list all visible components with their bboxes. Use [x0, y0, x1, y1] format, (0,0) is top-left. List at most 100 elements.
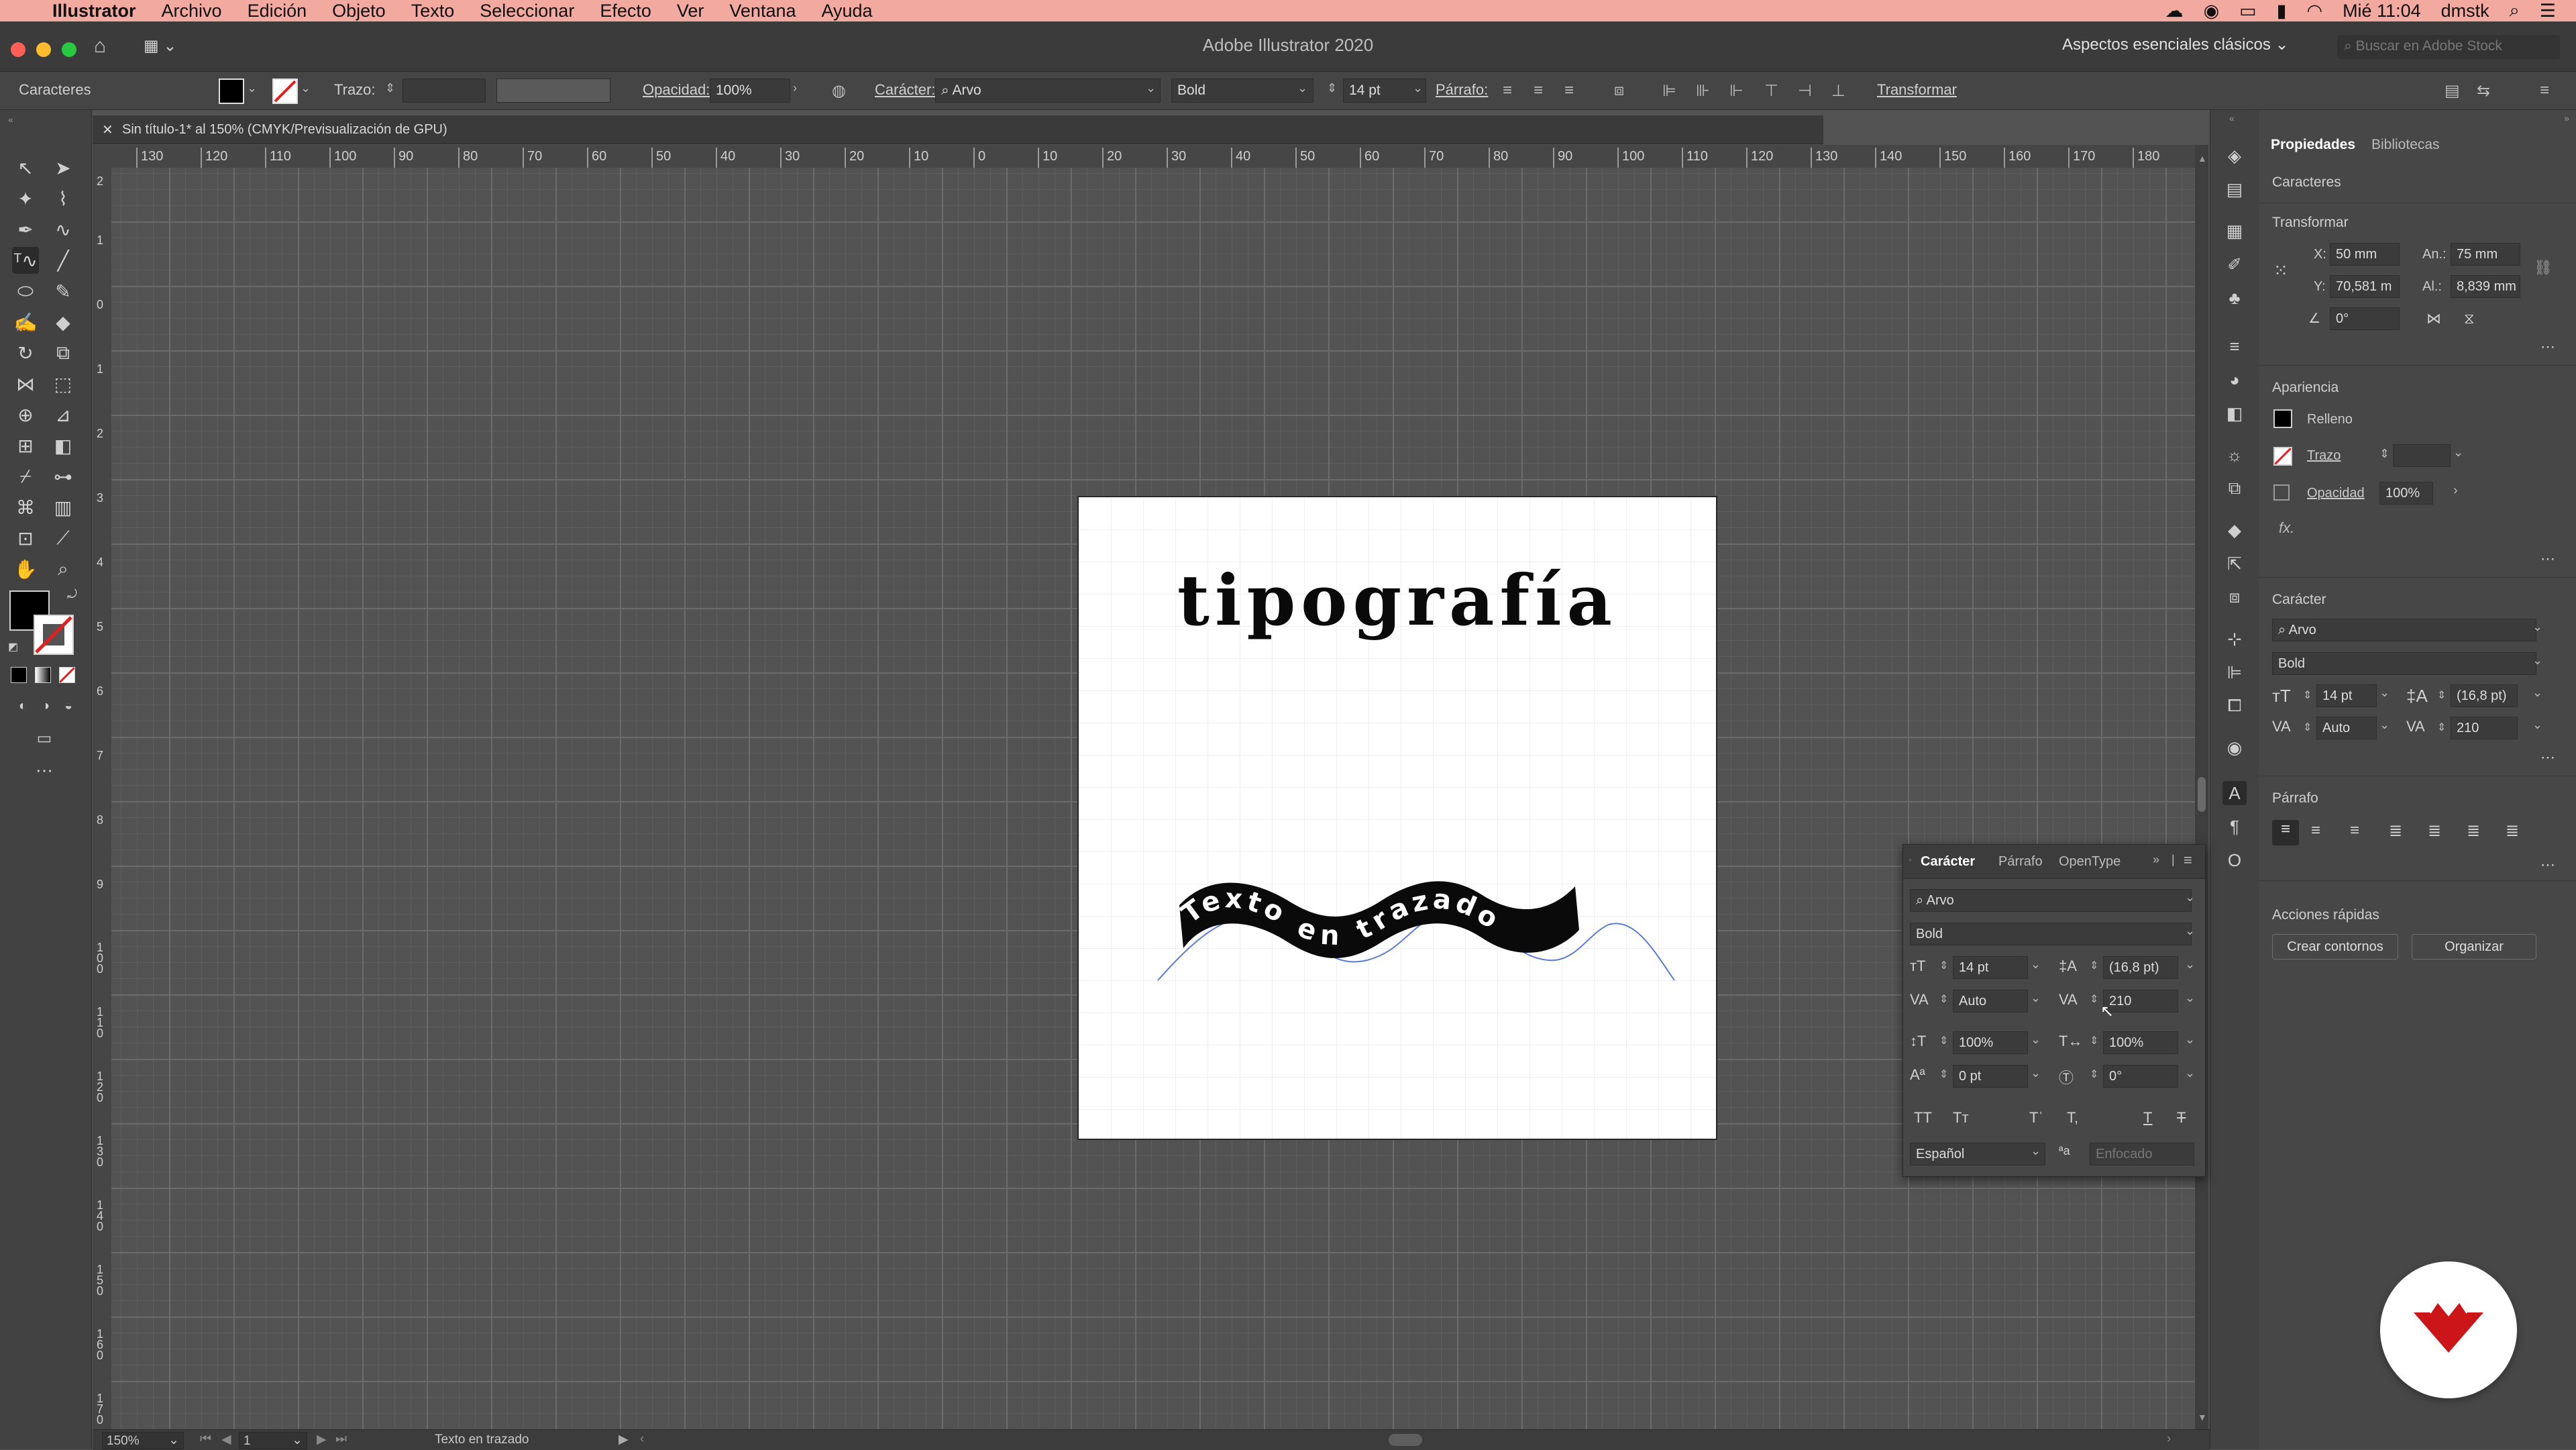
tracking-dropdown-prop-icon[interactable]: ⌄ — [2532, 718, 2542, 732]
align-objects-top-icon[interactable]: ⊤ — [1764, 81, 1778, 101]
menu-user[interactable]: dmstk — [2441, 1, 2489, 21]
perspective-grid-tool-icon[interactable]: ⊿ — [50, 401, 76, 428]
leading-dropdown-panel-icon[interactable]: ⌄ — [2185, 957, 2195, 972]
transform-more-options-icon[interactable]: ⋯ — [2540, 338, 2557, 356]
notification-icon[interactable]: ☰ — [2540, 1, 2556, 21]
ellipse-tool-icon[interactable]: ⬭ — [12, 278, 39, 305]
subscript-icon[interactable]: T, — [2067, 1109, 2078, 1127]
font-family-field-panel[interactable]: ⌕ Arvo — [1910, 889, 2192, 912]
column-graph-tool-icon[interactable]: ▥ — [50, 494, 76, 521]
fill-swatch[interactable] — [219, 79, 244, 104]
font-style-field-panel[interactable]: Bold — [1910, 923, 2192, 945]
horizontal-scroll-thumb[interactable] — [1389, 1434, 1422, 1446]
y-field[interactable]: 70,581 m — [2330, 275, 2400, 298]
small-caps-icon[interactable]: Tᴛ — [1953, 1109, 1969, 1127]
character-rotation-dropdown-panel-icon[interactable]: ⌄ — [2185, 1066, 2195, 1080]
panel-grip-icon[interactable]: ◦ — [1909, 854, 1912, 865]
font-size-stepper-panel[interactable]: ⇕ — [1939, 959, 1948, 972]
font-size-dropdown-icon[interactable]: ⌄ — [1413, 81, 1423, 95]
asset-export-icon[interactable]: ▦ — [2222, 219, 2247, 243]
align-right-icon[interactable]: ≡ — [1564, 81, 1574, 100]
gradient-mode-icon[interactable] — [35, 667, 51, 683]
character-rotation-stepper-panel[interactable]: ⇕ — [2090, 1068, 2098, 1081]
align-center-icon[interactable]: ≡ — [1534, 81, 1543, 100]
document-tab-title[interactable]: Sin título-1* al 150% (CMYK/Previsualiza… — [122, 122, 447, 138]
language-select[interactable]: Español — [1910, 1143, 2045, 1166]
baseline-shift-field-panel[interactable]: 0 pt — [1953, 1065, 2028, 1088]
leading-stepper-prop[interactable]: ⇕ — [2437, 688, 2446, 702]
flip-vertical-icon[interactable]: ⧖ — [2464, 310, 2474, 327]
symbol-sprayer-tool-icon[interactable]: ⌘ — [12, 494, 39, 521]
menu-edicion[interactable]: Edición — [248, 1, 307, 21]
first-artboard-icon[interactable]: ⏮ — [200, 1432, 211, 1447]
eraser-tool-icon[interactable]: ◆ — [50, 309, 76, 335]
align-objects-left-icon[interactable]: ⊫ — [1662, 81, 1676, 101]
stroke-weight-field-prop[interactable] — [2393, 444, 2451, 467]
transform-panel-icon[interactable]: ⊹ — [2222, 627, 2247, 651]
color-panel-icon[interactable]: ◕ — [2222, 368, 2247, 392]
battery-icon[interactable]: ▮ — [2277, 1, 2287, 21]
artboard[interactable]: tipografía Texto en trazado — [1077, 496, 1717, 1140]
paragraph-more-options-icon[interactable]: ⋯ — [2540, 856, 2557, 874]
screen-mode-icon[interactable]: ▭ — [31, 725, 58, 752]
vertical-scale-stepper-panel[interactable]: ⇕ — [1939, 1034, 1948, 1047]
scale-tool-icon[interactable]: ⧉ — [50, 340, 76, 366]
menu-ayuda[interactable]: Ayuda — [822, 1, 873, 21]
stroke-stepper[interactable]: ⇕ — [385, 81, 395, 95]
edit-toolbar-icon[interactable]: ⋯ — [31, 757, 58, 784]
selection-tool-icon[interactable]: ↖ — [12, 154, 39, 181]
workspace-switcher[interactable]: Aspectos esenciales clásicos ⌄ — [2062, 35, 2289, 54]
panel-expand-icon[interactable]: » — [2153, 853, 2159, 867]
menu-app[interactable]: Illustrator — [52, 1, 136, 21]
curvature-tool-icon[interactable]: ∿ — [50, 216, 76, 243]
prev-artboard-icon[interactable]: ◀ — [221, 1432, 231, 1447]
layers-panel-icon[interactable]: ◆ — [2222, 518, 2247, 542]
font-family-dropdown-panel-icon[interactable]: ⌄ — [2185, 890, 2195, 904]
stroke-label-prop[interactable]: Trazo — [2307, 448, 2341, 464]
font-style-dropdown-prop-icon[interactable]: ⌄ — [2532, 654, 2542, 668]
control-bar-menu-icon[interactable]: ≡ — [2540, 81, 2549, 100]
zoom-tool-icon[interactable]: ⌕ — [50, 556, 76, 582]
fx-icon[interactable]: fx. — [2279, 519, 2294, 537]
recolor-icon[interactable]: ◍ — [832, 81, 846, 101]
shape-builder-tool-icon[interactable]: ⊕ — [12, 401, 39, 428]
tracking-field-prop[interactable]: 210 — [2451, 717, 2518, 739]
none-mode-icon[interactable] — [59, 667, 75, 683]
arrange-documents-icon[interactable]: ▤ — [2445, 81, 2460, 101]
pathfinder-icon[interactable]: ⧠ — [2222, 694, 2247, 718]
stroke-stepper-prop[interactable]: ⇕ — [2379, 447, 2390, 461]
font-family-dropdown-icon[interactable]: ⌄ — [1146, 81, 1156, 95]
collapse-panel-icon[interactable]: » — [2564, 113, 2569, 123]
stroke-weight-field[interactable] — [402, 79, 486, 103]
align-to-icon[interactable]: ⧈ — [1614, 81, 1624, 100]
screen-icon[interactable]: ▭ — [2239, 1, 2257, 21]
opacity-arrow-prop-icon[interactable]: › — [2453, 483, 2458, 499]
vertical-ruler[interactable]: 2 1 0 1 2 3 4 5 6 7 8 9 100 110 120 130 … — [93, 168, 112, 1429]
eyedropper-tool-icon[interactable]: ⌿ — [12, 463, 39, 490]
x-field[interactable]: 50 mm — [2330, 243, 2400, 266]
type-on-path-tool-icon[interactable]: ᵀ∿ — [12, 247, 39, 274]
hscroll-left-icon[interactable]: ‹ — [640, 1432, 644, 1447]
tab-caracter[interactable]: Carácter — [1921, 854, 1975, 870]
path-text-object[interactable]: Texto en trazado — [1079, 497, 1716, 1139]
graphic-styles-icon[interactable]: ⧉ — [2222, 476, 2247, 501]
tab-parrafo[interactable]: Párrafo — [1998, 854, 2043, 870]
rotate-tool-icon[interactable]: ↻ — [12, 340, 39, 366]
line-segment-tool-icon[interactable]: ╱ — [50, 247, 76, 274]
font-size-dropdown-prop-icon[interactable]: ⌄ — [2379, 686, 2390, 700]
mesh-tool-icon[interactable]: ⊞ — [12, 432, 39, 459]
leading-dropdown-prop-icon[interactable]: ⌄ — [2532, 686, 2542, 700]
menu-archivo[interactable]: Archivo — [162, 1, 222, 21]
align-panel-icon[interactable]: ⊫ — [2222, 660, 2247, 684]
opacity-label[interactable]: Opacidad: — [643, 81, 710, 99]
free-transform-tool-icon[interactable]: ⬚ — [50, 370, 76, 397]
pen-tool-icon[interactable]: ✒ — [12, 216, 39, 243]
font-size-dropdown-panel-icon[interactable]: ⌄ — [2031, 957, 2041, 972]
arrange-button[interactable]: Organizar — [2412, 934, 2536, 960]
spotlight-icon[interactable]: ⌕ — [2510, 0, 2520, 21]
menu-objeto[interactable]: Objeto — [332, 1, 386, 21]
artboard-tool-icon[interactable]: ⊡ — [12, 525, 39, 552]
artboards-panel-icon[interactable]: ⧈ — [2222, 585, 2247, 609]
kerning-field-panel[interactable]: Auto — [1953, 990, 2028, 1013]
tracking-dropdown-panel-icon[interactable]: ⌄ — [2185, 991, 2195, 1005]
